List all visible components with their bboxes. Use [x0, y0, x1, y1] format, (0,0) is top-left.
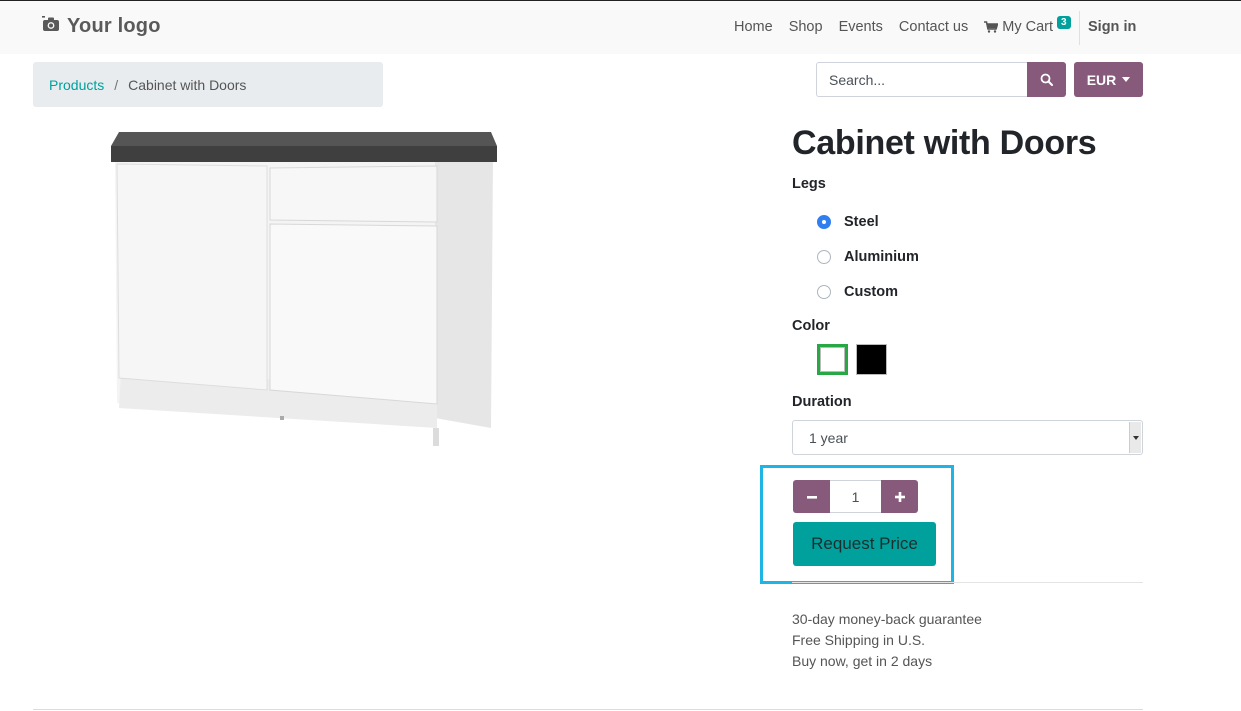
- request-price-button[interactable]: Request Price: [793, 522, 936, 566]
- chevron-down-icon: [1129, 422, 1141, 453]
- legs-option-label: Custom: [844, 284, 898, 300]
- guarantees-list: 30-day money-back guarantee Free Shippin…: [792, 609, 982, 672]
- chevron-down-icon: [1122, 77, 1131, 82]
- quantity-input[interactable]: [830, 480, 881, 513]
- quantity-decrease-button[interactable]: [793, 480, 830, 513]
- breadcrumb-link-products[interactable]: Products: [49, 77, 104, 93]
- legs-label: Legs: [792, 176, 826, 192]
- logo-text: Your logo: [67, 15, 161, 37]
- legs-option-aluminium[interactable]: Aluminium: [817, 249, 919, 265]
- duration-label: Duration: [792, 394, 852, 410]
- currency-label: EUR: [1086, 71, 1117, 88]
- breadcrumb: Products / Cabinet with Doors: [33, 62, 383, 107]
- guarantee-item: 30-day money-back guarantee: [792, 611, 982, 627]
- breadcrumb-separator: /: [114, 76, 119, 93]
- nav-link-cart[interactable]: My Cart 3: [984, 15, 1071, 35]
- product-title: Cabinet with Doors: [792, 124, 1097, 162]
- search-button[interactable]: [1027, 62, 1066, 97]
- section-divider: [792, 582, 1143, 583]
- color-swatch-black[interactable]: [856, 344, 887, 375]
- legs-option-steel[interactable]: Steel: [817, 214, 879, 230]
- product-image: [105, 128, 505, 458]
- radio-steel[interactable]: [817, 215, 831, 229]
- main-nav: Home Shop Events Contact us My Cart 3: [734, 15, 1087, 35]
- logo[interactable]: Your logo: [42, 15, 161, 38]
- duration-select[interactable]: 1 year: [792, 420, 1143, 455]
- search-input[interactable]: [816, 62, 1028, 97]
- nav-link-home[interactable]: Home: [734, 19, 773, 35]
- quantity-increase-button[interactable]: [881, 480, 918, 513]
- nav-link-events[interactable]: Events: [839, 19, 883, 35]
- top-navbar: Your logo Home Shop Events Contact us My…: [0, 0, 1241, 54]
- nav-link-contact[interactable]: Contact us: [899, 19, 968, 35]
- legs-option-label: Aluminium: [844, 249, 919, 265]
- nav-divider: [1079, 11, 1080, 45]
- color-label: Color: [792, 318, 830, 334]
- color-swatch-white[interactable]: [817, 344, 848, 375]
- radio-custom[interactable]: [817, 285, 831, 299]
- legs-option-custom[interactable]: Custom: [817, 284, 898, 300]
- minus-icon: [806, 491, 818, 503]
- camera-icon: [42, 16, 60, 37]
- plus-icon: [894, 491, 906, 503]
- search-icon: [1040, 73, 1053, 86]
- nav-link-shop[interactable]: Shop: [789, 19, 823, 35]
- breadcrumb-current: Cabinet with Doors: [128, 76, 247, 93]
- cart-label: My Cart: [1002, 19, 1053, 35]
- cart-count-badge: 3: [1056, 15, 1071, 29]
- currency-dropdown[interactable]: EUR: [1074, 62, 1143, 97]
- legs-option-label: Steel: [844, 214, 879, 230]
- sign-in-link[interactable]: Sign in: [1088, 19, 1136, 35]
- radio-aluminium[interactable]: [817, 250, 831, 264]
- duration-value: 1 year: [809, 429, 848, 446]
- guarantee-item: Buy now, get in 2 days: [792, 653, 933, 669]
- shopping-cart-icon: [984, 21, 999, 33]
- guarantee-item: Free Shipping in U.S.: [792, 632, 926, 648]
- footer-divider: [33, 709, 1143, 710]
